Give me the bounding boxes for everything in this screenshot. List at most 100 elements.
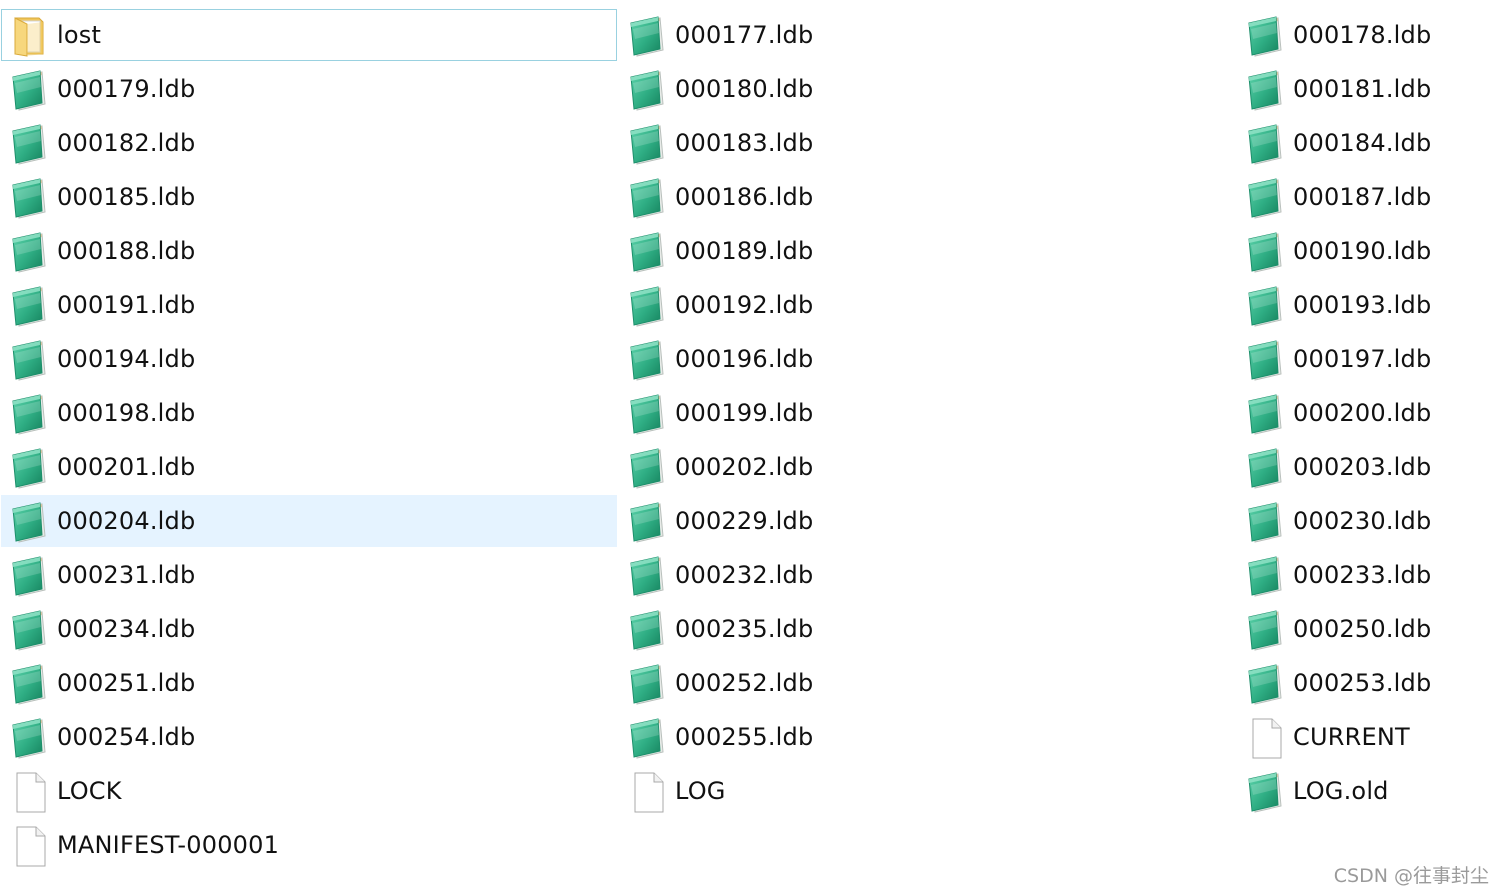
file-item[interactable]: 000196.ldb xyxy=(618,332,1236,386)
file-item[interactable]: 000253.ldb xyxy=(1236,656,1505,710)
file-name-label: 000180.ldb xyxy=(675,75,814,103)
file-name-label: 000231.ldb xyxy=(57,561,196,589)
file-name-label: lost xyxy=(57,21,102,49)
file-item[interactable]: 000180.ldb xyxy=(618,62,1236,116)
notepad-file-icon xyxy=(627,69,669,111)
file-name-label: 000199.ldb xyxy=(675,399,814,427)
file-name-label: 000190.ldb xyxy=(1293,237,1432,265)
notepad-file-icon xyxy=(627,717,669,759)
notepad-file-icon xyxy=(1245,663,1287,705)
file-item[interactable]: 000183.ldb xyxy=(618,116,1236,170)
blank-file-icon xyxy=(1245,717,1287,759)
file-name-label: 000191.ldb xyxy=(57,291,196,319)
file-name-label: 000252.ldb xyxy=(675,669,814,697)
file-item[interactable]: 000250.ldb xyxy=(1236,602,1505,656)
notepad-file-icon xyxy=(1245,609,1287,651)
file-item[interactable]: 000194.ldb xyxy=(0,332,618,386)
notepad-file-icon xyxy=(1245,339,1287,381)
notepad-file-icon xyxy=(9,501,51,543)
file-item[interactable]: 000204.ldb xyxy=(1,495,617,547)
file-item[interactable]: LOCK xyxy=(0,764,618,818)
notepad-file-icon xyxy=(627,393,669,435)
file-item[interactable]: 000203.ldb xyxy=(1236,440,1505,494)
file-item[interactable]: 000189.ldb xyxy=(618,224,1236,278)
file-item[interactable]: 000177.ldb xyxy=(618,8,1236,62)
file-name-label: 000186.ldb xyxy=(675,183,814,211)
file-item[interactable]: 000229.ldb xyxy=(618,494,1236,548)
notepad-file-icon xyxy=(1245,123,1287,165)
file-item[interactable]: 000231.ldb xyxy=(0,548,618,602)
file-item[interactable]: 000187.ldb xyxy=(1236,170,1505,224)
file-name-label: 000235.ldb xyxy=(675,615,814,643)
notepad-file-icon xyxy=(627,339,669,381)
notepad-file-icon xyxy=(1245,447,1287,489)
notepad-file-icon xyxy=(627,285,669,327)
file-name-label: 000192.ldb xyxy=(675,291,814,319)
file-item[interactable]: 000234.ldb xyxy=(0,602,618,656)
notepad-file-icon xyxy=(627,177,669,219)
file-name-label: 000182.ldb xyxy=(57,129,196,157)
file-name-label: 000177.ldb xyxy=(675,21,814,49)
notepad-file-icon xyxy=(9,123,51,165)
file-item[interactable]: 000232.ldb xyxy=(618,548,1236,602)
notepad-file-icon xyxy=(1245,555,1287,597)
file-item[interactable]: 000199.ldb xyxy=(618,386,1236,440)
file-item[interactable]: 000201.ldb xyxy=(0,440,618,494)
file-item[interactable]: MANIFEST-000001 xyxy=(0,818,618,872)
file-name-label: 000181.ldb xyxy=(1293,75,1432,103)
file-item[interactable]: 000230.ldb xyxy=(1236,494,1505,548)
file-name-label: 000183.ldb xyxy=(675,129,814,157)
file-item[interactable]: 000190.ldb xyxy=(1236,224,1505,278)
file-item[interactable]: 000233.ldb xyxy=(1236,548,1505,602)
file-name-label: 000194.ldb xyxy=(57,345,196,373)
notepad-file-icon xyxy=(1245,231,1287,273)
file-name-label: 000230.ldb xyxy=(1293,507,1432,535)
file-name-label: 000185.ldb xyxy=(57,183,196,211)
file-item[interactable]: 000192.ldb xyxy=(618,278,1236,332)
notepad-file-icon xyxy=(9,177,51,219)
file-name-label: 000202.ldb xyxy=(675,453,814,481)
file-item[interactable]: 000193.ldb xyxy=(1236,278,1505,332)
file-item[interactable]: 000251.ldb xyxy=(0,656,618,710)
file-item[interactable]: 000179.ldb xyxy=(0,62,618,116)
file-item[interactable]: LOG.old xyxy=(1236,764,1505,818)
notepad-file-icon xyxy=(1245,177,1287,219)
file-item[interactable]: 000200.ldb xyxy=(1236,386,1505,440)
file-item[interactable]: 000198.ldb xyxy=(0,386,618,440)
file-item[interactable]: 000202.ldb xyxy=(618,440,1236,494)
file-name-label: 000232.ldb xyxy=(675,561,814,589)
file-item[interactable]: 000188.ldb xyxy=(0,224,618,278)
file-name-label: LOG.old xyxy=(1293,777,1389,805)
file-item[interactable]: 000178.ldb xyxy=(1236,8,1505,62)
file-item[interactable]: 000186.ldb xyxy=(618,170,1236,224)
file-name-label: 000253.ldb xyxy=(1293,669,1432,697)
file-item[interactable]: 000197.ldb xyxy=(1236,332,1505,386)
file-item[interactable]: CURRENT xyxy=(1236,710,1505,764)
file-item[interactable]: 000185.ldb xyxy=(0,170,618,224)
blank-file-icon xyxy=(627,771,669,813)
file-item[interactable]: 000254.ldb xyxy=(0,710,618,764)
file-item[interactable]: 000252.ldb xyxy=(618,656,1236,710)
file-item[interactable]: 000191.ldb xyxy=(0,278,618,332)
file-name-label: 000203.ldb xyxy=(1293,453,1432,481)
file-item[interactable]: 000184.ldb xyxy=(1236,116,1505,170)
file-item[interactable]: lost xyxy=(1,9,617,61)
notepad-file-icon xyxy=(1245,285,1287,327)
file-name-label: LOCK xyxy=(57,777,122,805)
notepad-file-icon xyxy=(627,555,669,597)
file-item[interactable]: 000182.ldb xyxy=(0,116,618,170)
file-item[interactable]: 000235.ldb xyxy=(618,602,1236,656)
blank-file-icon xyxy=(9,771,51,813)
notepad-file-icon xyxy=(627,609,669,651)
file-item[interactable]: 000181.ldb xyxy=(1236,62,1505,116)
file-name-label: 000200.ldb xyxy=(1293,399,1432,427)
file-name-label: 000189.ldb xyxy=(675,237,814,265)
file-name-label: 000196.ldb xyxy=(675,345,814,373)
notepad-file-icon xyxy=(627,123,669,165)
notepad-file-icon xyxy=(9,393,51,435)
file-item[interactable]: LOG xyxy=(618,764,1236,818)
notepad-file-icon xyxy=(9,69,51,111)
notepad-file-icon xyxy=(1245,69,1287,111)
file-item[interactable]: 000255.ldb xyxy=(618,710,1236,764)
file-name-label: 000198.ldb xyxy=(57,399,196,427)
